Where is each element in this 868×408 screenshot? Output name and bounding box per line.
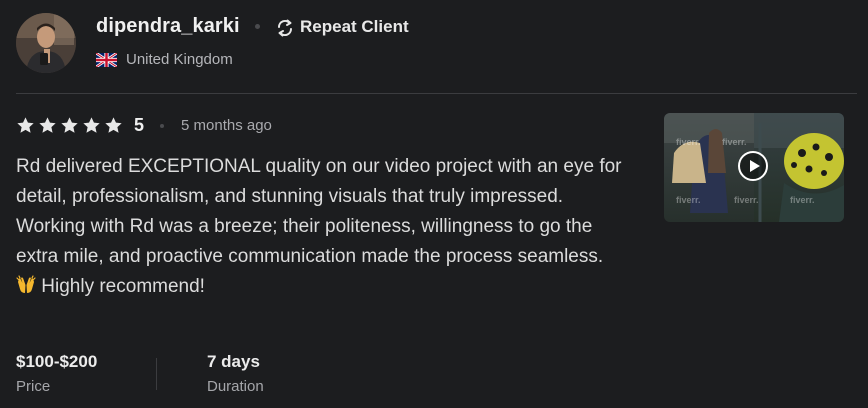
star-rating [16,116,123,136]
review-text: Rd delivered EXCEPTIONAL quality on our … [16,152,626,302]
watermark: fiverr. [722,137,747,147]
watermark: fiverr. [676,195,701,205]
raising-hands-icon [16,275,36,295]
price-value: $100-$200 [16,352,98,371]
play-icon [750,160,760,172]
star-icon [83,117,100,133]
star-icon [39,117,56,133]
uk-flag-icon [95,51,118,69]
review-text-end: Highly recommend! [36,276,205,297]
play-button[interactable] [738,151,768,181]
rating-value: 5 [134,115,145,135]
header-divider [16,93,857,94]
star-icon [61,117,78,133]
duration-label: Duration [207,378,264,395]
avatar[interactable] [16,13,76,73]
separator-dot [160,124,164,128]
details-divider [156,358,157,390]
watermark: fiverr. [790,195,815,205]
price-label: Price [16,378,51,395]
review-time: 5 months ago [181,117,272,134]
repeat-icon [275,18,295,38]
reviewer-country: United Kingdom [126,51,233,68]
video-thumbnail[interactable]: fiverr. fiverr. fiverr. fiverr. fiverr. [664,113,844,222]
duration-value: 7 days [207,352,260,371]
watermark: fiverr. [676,137,701,147]
watermark: fiverr. [734,195,759,205]
star-icon [17,117,34,133]
separator-dot [255,24,260,29]
reviewer-username[interactable]: dipendra_karki [96,15,240,38]
star-icon [105,117,122,133]
repeat-client-badge: Repeat Client [300,17,409,36]
review-text-main: Rd delivered EXCEPTIONAL quality on our … [16,156,622,267]
